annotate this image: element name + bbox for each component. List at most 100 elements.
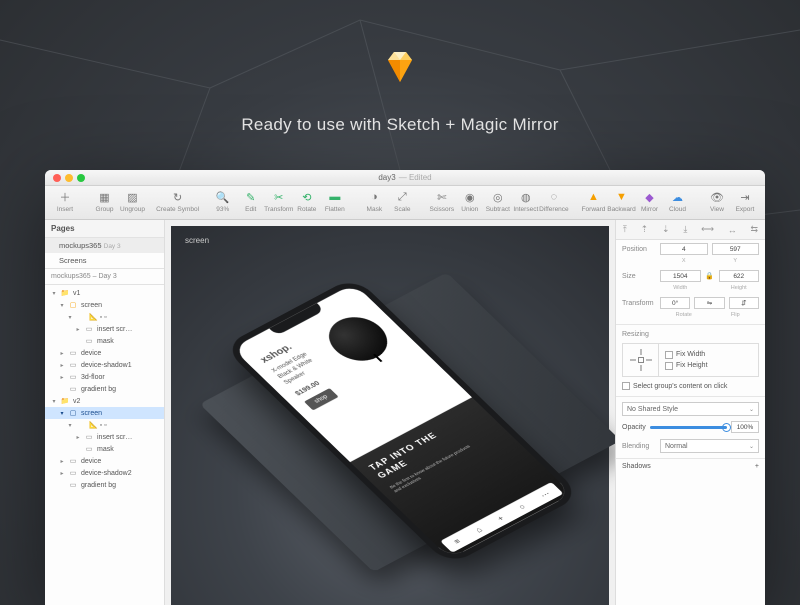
opacity-label: Opacity (622, 424, 646, 431)
layer-row[interactable]: ▸▭device-shadow1 (45, 359, 164, 371)
intersect-button[interactable]: ◍Intersect (512, 189, 540, 213)
zoom-button[interactable]: 🔍93% (209, 189, 237, 213)
tab-icon: ⌂ (473, 525, 484, 534)
flatten-button[interactable]: ▬Flatten (321, 189, 349, 213)
close-icon[interactable] (53, 174, 61, 182)
layer-row[interactable]: ▭gradient bg (45, 383, 164, 395)
titlebar: day3 — Edited (45, 170, 765, 186)
tab-icon: + (495, 513, 506, 522)
tab-icon: ○ (516, 502, 527, 511)
backward-button[interactable]: ▼Backward (608, 189, 636, 213)
page-row[interactable]: Screens (45, 253, 164, 268)
lock-icon[interactable]: 🔒 (705, 272, 715, 280)
align-icon[interactable]: ⤒ (623, 224, 627, 235)
transform-button[interactable]: ✂Transform (265, 189, 293, 213)
transform-label: Transform (622, 300, 656, 307)
resizing-label: Resizing (622, 331, 656, 338)
export-button[interactable]: ⇥Export (731, 189, 759, 213)
tab-icon: ≡ (452, 536, 463, 545)
layer-row[interactable]: ▭gradient bg (45, 479, 164, 491)
layer-row[interactable]: ▾📁v1 (45, 287, 164, 299)
opacity-field[interactable]: 100% (731, 421, 759, 433)
view-button[interactable]: 👁View (703, 189, 731, 213)
subtract-button[interactable]: ◎Subtract (484, 189, 512, 213)
resizing-controls[interactable]: Fix Width Fix Height (622, 343, 759, 377)
layer-row[interactable]: ▸▭device (45, 347, 164, 359)
minimize-icon[interactable] (65, 174, 73, 182)
rotate-field[interactable]: 0° (660, 297, 690, 309)
create-symbol-button[interactable]: ↻Create Symbol (158, 189, 197, 213)
layer-row[interactable]: ▸▭device (45, 455, 164, 467)
tab-icon: ⋯ (538, 489, 552, 499)
layer-row[interactable]: ▸▭insert scr… (45, 431, 164, 443)
artboard-label: screen (185, 236, 209, 245)
layer-row[interactable]: ▾📁v2 (45, 395, 164, 407)
shop-button: shop (304, 388, 339, 410)
shared-style-select[interactable]: No Shared Style⌄ (622, 402, 759, 416)
page-row[interactable]: mockups365 Day 3 (45, 238, 164, 253)
layer-row[interactable]: ▭mask (45, 443, 164, 455)
edit-button[interactable]: ✎Edit (237, 189, 265, 213)
layer-row[interactable]: ▸▭insert scr… (45, 323, 164, 335)
add-shadow-button[interactable]: + (755, 463, 759, 470)
scissors-button[interactable]: ✄Scissors (428, 189, 456, 213)
position-label: Position (622, 246, 656, 253)
canvas-artboard[interactable]: screen xshop. X-model Edge Black & White… (171, 226, 609, 605)
hero-headline: Ready to use with Sketch + Magic Mirror (0, 115, 800, 135)
rotate-button[interactable]: ⟲Rotate (293, 189, 321, 213)
layer-row[interactable]: ▾▢screen (45, 407, 164, 419)
align-icon[interactable]: ⟷ (701, 224, 714, 235)
layers-panel: Pages mockups365 Day 3 Screens mockups36… (45, 220, 165, 605)
sketch-logo-icon (382, 50, 418, 84)
position-x-field[interactable]: 4 (660, 243, 708, 255)
toolbar: ＋Insert ▦Group ▨Ungroup ↻Create Symbol 🔍… (45, 186, 765, 220)
fix-width-checkbox[interactable]: Fix Width (665, 351, 758, 359)
inspector-panel: ⤒⇡⇣⤓⟷↔⇆ Position 4 597 XY Size 1504 🔒 62… (615, 220, 765, 605)
app-window: day3 — Edited ＋Insert ▦Group ▨Ungroup ↻C… (45, 170, 765, 605)
shadows-label: Shadows (622, 463, 651, 470)
layer-row[interactable]: ▸▭3d-floor (45, 371, 164, 383)
position-y-field[interactable]: 597 (712, 243, 760, 255)
layer-row[interactable]: ▾📐 ▫ ▫ (45, 419, 164, 431)
layer-row[interactable]: ▾📐 ▫ ▫ (45, 311, 164, 323)
window-title: day3 (378, 173, 395, 182)
select-content-checkbox[interactable]: Select group's content on click (616, 379, 765, 393)
size-h-field[interactable]: 622 (719, 270, 760, 282)
layer-tree: ▾📁v1▾▢screen▾📐 ▫ ▫▸▭insert scr…▭mask▸▭de… (45, 285, 164, 605)
size-label: Size (622, 273, 656, 280)
mirror-button[interactable]: ◆Mirror (636, 189, 664, 213)
size-w-field[interactable]: 1504 (660, 270, 701, 282)
forward-button[interactable]: ▲Forward (580, 189, 608, 213)
opacity-slider[interactable] (650, 426, 727, 429)
group-button[interactable]: ▦Group (90, 189, 118, 213)
align-icon[interactable]: ↔ (728, 225, 737, 235)
align-icon[interactable]: ⤓ (683, 224, 687, 235)
insert-button[interactable]: ＋Insert (51, 189, 79, 213)
window-title-suffix: — Edited (399, 173, 432, 182)
cloud-button[interactable]: ☁Cloud (664, 189, 692, 213)
blending-label: Blending (622, 443, 656, 450)
canvas[interactable]: screen xshop. X-model Edge Black & White… (165, 220, 615, 605)
ungroup-button[interactable]: ▨Ungroup (118, 189, 146, 213)
layer-row[interactable]: ▾▢screen (45, 299, 164, 311)
layer-row[interactable]: ▸▭device-shadow2 (45, 467, 164, 479)
pin-diagram-icon[interactable] (630, 349, 652, 371)
align-icon[interactable]: ⇡ (641, 224, 649, 235)
align-icon[interactable]: ⇆ (751, 224, 759, 235)
blending-select[interactable]: Normal⌄ (660, 439, 759, 453)
pages-header: Pages (45, 220, 164, 238)
flip-v-button[interactable]: ⇵ (729, 297, 759, 309)
fix-height-checkbox[interactable]: Fix Height (665, 362, 758, 370)
union-button[interactable]: ◉Union (456, 189, 484, 213)
flip-h-button[interactable]: ⇋ (694, 297, 724, 309)
window-controls (53, 174, 85, 182)
align-icon[interactable]: ⇣ (662, 224, 670, 235)
mask-button[interactable]: ◑Mask (360, 189, 388, 213)
layer-row[interactable]: ▭mask (45, 335, 164, 347)
pages-list: mockups365 Day 3 Screens (45, 238, 164, 269)
maximize-icon[interactable] (77, 174, 85, 182)
align-tools: ⤒ ⇡ ⇣ ⤓ ⟷ ↔ ⇆ (616, 220, 765, 240)
tab-bar: ≡ ⌂ + ○ ⋯ (440, 481, 563, 552)
difference-button[interactable]: ◌Difference (540, 189, 568, 213)
scale-button[interactable]: ⤢Scale (388, 189, 416, 213)
